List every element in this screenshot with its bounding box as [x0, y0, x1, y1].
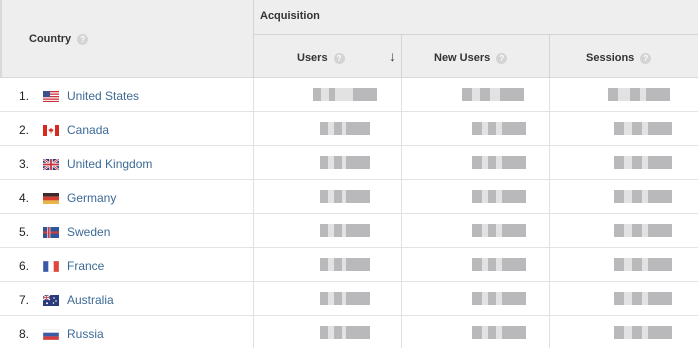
new-users-value-obscured: [472, 292, 526, 305]
country-acquisition-report: Country? Acquisition Users? ↓ New Users?…: [0, 0, 698, 348]
table-row: 8. Russia: [0, 316, 698, 348]
acquisition-group-header: Acquisition: [254, 0, 698, 35]
us-flag-icon: [43, 91, 59, 102]
de-flag-icon: [43, 193, 59, 204]
new-users-value-obscured: [472, 190, 526, 203]
fr-flag-icon: [42, 260, 60, 273]
table-header: Country? Acquisition Users? ↓ New Users?…: [0, 0, 698, 78]
row-rank: 5.: [19, 225, 30, 239]
new-users-header-label: New Users: [434, 52, 491, 64]
sessions-value-obscured: [614, 292, 672, 305]
sessions-value-obscured: [614, 122, 672, 135]
table-row: 7. Australia: [0, 282, 698, 316]
table-row: 3. United Kingdom: [0, 146, 698, 180]
sessions-value-obscured: [614, 190, 672, 203]
new-users-value-obscured: [462, 88, 524, 101]
row-rank: 4.: [19, 191, 30, 205]
sessions-value-obscured: [614, 156, 672, 169]
new-users-column-header[interactable]: New Users?: [402, 35, 550, 78]
users-value-obscured: [320, 258, 370, 271]
au-flag-icon: [42, 294, 59, 306]
row-rank: 1.: [19, 89, 30, 103]
ca-flag-icon: [43, 125, 59, 136]
users-value-obscured: [320, 190, 370, 203]
row-rank: 7.: [19, 293, 30, 307]
country-link[interactable]: United States: [67, 89, 139, 103]
help-icon[interactable]: ?: [640, 53, 652, 64]
se-flag-icon: [43, 227, 59, 238]
sessions-value-obscured: [614, 224, 672, 237]
users-value-obscured: [320, 122, 370, 135]
help-icon[interactable]: ?: [496, 53, 508, 64]
new-users-value-obscured: [472, 258, 526, 271]
sessions-value-obscured: [614, 326, 672, 339]
users-value-obscured: [320, 224, 370, 237]
sessions-header-label: Sessions: [586, 52, 635, 64]
new-users-value-obscured: [472, 326, 526, 339]
table-row: 5. Sweden: [0, 214, 698, 248]
country-link[interactable]: Canada: [67, 123, 109, 137]
users-value-obscured: [320, 292, 370, 305]
country-link[interactable]: Russia: [67, 327, 104, 341]
country-link[interactable]: Australia: [67, 293, 114, 307]
sort-descending-icon[interactable]: ↓: [389, 48, 396, 64]
help-icon[interactable]: ?: [77, 34, 89, 45]
country-column-header[interactable]: Country?: [0, 0, 254, 78]
country-link[interactable]: Germany: [67, 191, 116, 205]
country-link[interactable]: United Kingdom: [67, 157, 152, 171]
users-header-label: Users: [297, 52, 328, 64]
country-header-label: Country: [29, 33, 72, 45]
new-users-value-obscured: [472, 224, 526, 237]
table-row: 4. Germany: [0, 180, 698, 214]
users-value-obscured: [320, 156, 370, 169]
table-row: 1. United States: [0, 78, 698, 112]
users-column-header[interactable]: Users? ↓: [254, 35, 402, 78]
sessions-column-header[interactable]: Sessions?: [550, 35, 698, 78]
ru-flag-icon: [42, 328, 60, 341]
new-users-value-obscured: [472, 122, 526, 135]
country-link[interactable]: Sweden: [67, 225, 110, 239]
users-value-obscured: [313, 88, 377, 101]
help-icon[interactable]: ?: [333, 53, 345, 64]
row-rank: 8.: [19, 327, 30, 341]
table-row: 6. France: [0, 248, 698, 282]
users-value-obscured: [320, 326, 370, 339]
row-rank: 2.: [19, 123, 30, 137]
row-rank: 3.: [19, 157, 30, 171]
table-row: 2. Canada: [0, 112, 698, 146]
new-users-value-obscured: [472, 156, 526, 169]
row-rank: 6.: [19, 259, 30, 273]
gb-flag-icon: [42, 158, 60, 171]
acquisition-group-label: Acquisition: [260, 10, 320, 22]
sessions-value-obscured: [608, 88, 670, 101]
sessions-value-obscured: [614, 258, 672, 271]
country-link[interactable]: France: [67, 259, 104, 273]
